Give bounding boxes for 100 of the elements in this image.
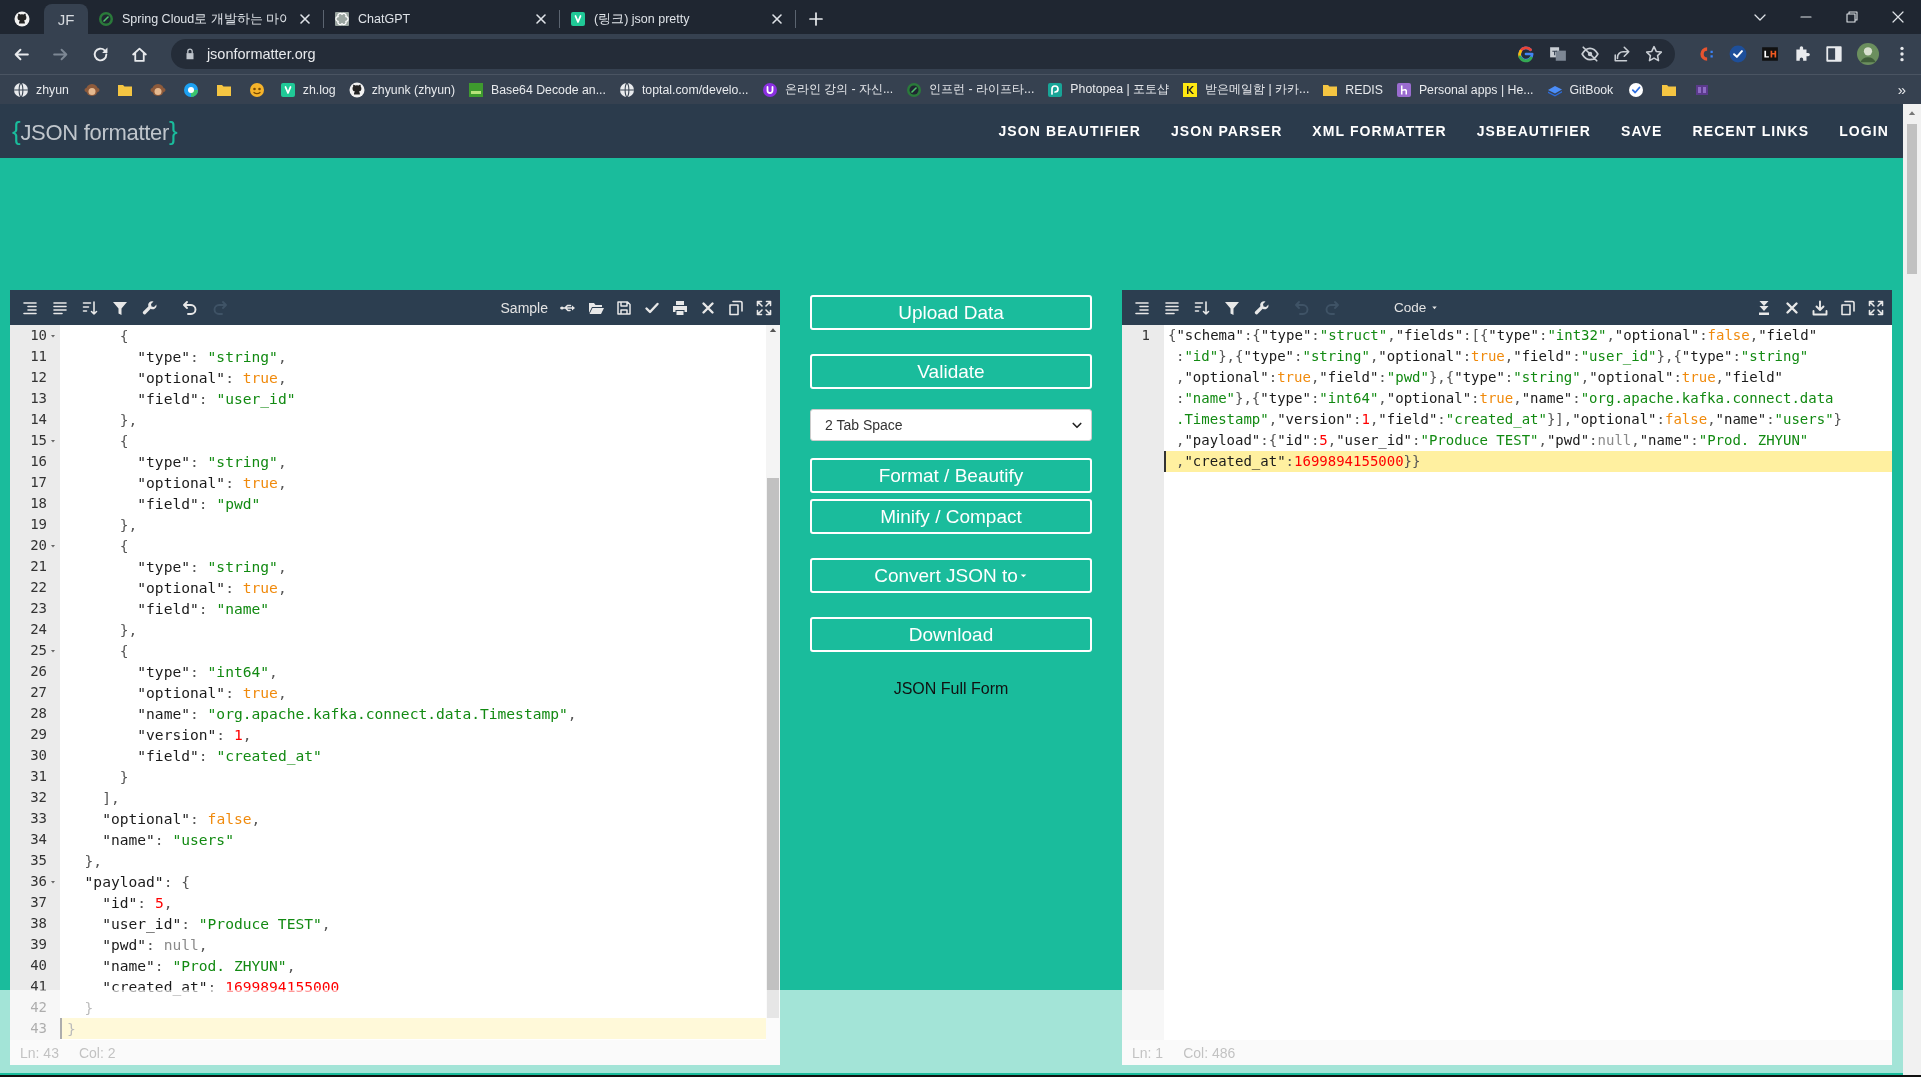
browser-tab[interactable]: ChatGPT [324, 4, 559, 34]
close-icon[interactable] [700, 299, 716, 316]
line-number: 15 [30, 431, 47, 450]
expand-icon[interactable] [1868, 299, 1884, 316]
scrollbar[interactable] [1903, 104, 1921, 1075]
code-line: "name": "users" [101, 830, 235, 850]
avatar-icon[interactable] [1857, 43, 1879, 65]
bookmark[interactable]: zh.log [279, 81, 336, 98]
wrench-icon[interactable] [1254, 299, 1270, 316]
g-logo-icon[interactable] [1517, 45, 1535, 63]
code-line: }, [118, 620, 139, 640]
bookmark[interactable]: GitBook [1546, 81, 1614, 98]
bookmark[interactable]: Personal apps | He... [1395, 81, 1534, 98]
nav-link[interactable]: JSBEAUTIFIER [1476, 123, 1591, 139]
monkey-icon [149, 81, 166, 98]
save-icon[interactable] [616, 299, 632, 316]
filter-icon[interactable] [1224, 299, 1240, 316]
code-line: "name": "Prod. ZHYUN", [101, 956, 297, 976]
sidebar-icon[interactable] [1825, 45, 1843, 63]
home-icon[interactable] [130, 45, 148, 63]
line-number: 21 [30, 557, 47, 576]
nav-link[interactable]: LOGIN [1839, 123, 1889, 139]
scrollbar[interactable] [766, 325, 780, 1040]
close-icon[interactable] [533, 11, 549, 27]
wrench-icon[interactable] [142, 299, 158, 316]
address-bar[interactable]: jsonformatter.org [170, 39, 1675, 69]
sample-button[interactable]: Sample [500, 299, 548, 316]
line-number: 43 [30, 1019, 47, 1038]
nav-link[interactable]: SAVE [1621, 123, 1663, 139]
bookmark[interactable]: 인프런 - 라이프타... [906, 81, 1035, 98]
bookmark[interactable]: Photopea | 포토샵 [1047, 81, 1170, 98]
lines-icon[interactable] [1164, 299, 1180, 316]
code-line: "optional": true, [136, 473, 288, 493]
arrows-down-icon[interactable] [1756, 299, 1772, 316]
indent-select[interactable]: 2 Tab Space [810, 409, 1092, 441]
nav-link[interactable]: XML FORMATTER [1312, 123, 1447, 139]
sort-icon[interactable] [82, 299, 98, 316]
code-line: "pwd": null, [101, 935, 209, 955]
bookmark[interactable]: Base64 Decode an... [468, 81, 606, 98]
bookmark[interactable]: zhyun [13, 81, 69, 98]
browser-tab[interactable]: Spring Cloud로 개발하는 마이 [88, 4, 323, 34]
app-icon[interactable] [1761, 45, 1779, 63]
indent-lines-icon[interactable] [1134, 299, 1150, 316]
sort-icon[interactable] [1194, 299, 1210, 316]
browser-tab[interactable]: JF [44, 4, 88, 34]
share-icon[interactable] [1613, 45, 1631, 63]
code-line: "user_id": "Produce TEST", [101, 914, 332, 934]
restore-icon[interactable] [1844, 9, 1860, 25]
line-number: 30 [30, 746, 47, 765]
code-line: } [83, 998, 95, 1018]
globe-icon [618, 81, 635, 98]
eye-slash-icon[interactable] [1581, 45, 1599, 63]
code-line: "field": "name" [136, 599, 271, 619]
full-form-link[interactable]: JSON Full Form [893, 680, 1009, 698]
code-line: }, [83, 851, 104, 871]
bookmark[interactable]: REDIS [1322, 81, 1383, 98]
filter-icon[interactable] [112, 299, 128, 316]
nav-link[interactable]: RECENT LINKS [1692, 123, 1810, 139]
close-icon[interactable] [1784, 299, 1800, 316]
scroll-thumb[interactable] [767, 478, 779, 1018]
expand-icon[interactable] [756, 299, 772, 316]
line-number: 24 [30, 620, 47, 639]
scroll-thumb[interactable] [1907, 124, 1917, 274]
bookmark[interactable]: zhyunk (zhyun) [348, 81, 456, 98]
close-icon[interactable] [1890, 9, 1906, 25]
code-line: "id": 5, [101, 893, 174, 913]
check-icon[interactable] [1729, 45, 1747, 63]
more-bookmarks-button[interactable]: » [1897, 81, 1908, 98]
copy-icon[interactable] [1840, 299, 1856, 316]
mode-menu[interactable]: Code [1394, 300, 1440, 315]
line-number: 40 [30, 956, 47, 975]
nav-link[interactable]: JSON PARSER [1170, 123, 1283, 139]
copy-icon[interactable] [728, 299, 744, 316]
indent-lines-icon[interactable] [22, 299, 38, 316]
lines-icon[interactable] [52, 299, 68, 316]
app-icon [761, 81, 778, 98]
browser-tab[interactable]: (링크) json pretty [560, 4, 795, 34]
close-icon[interactable] [297, 11, 313, 27]
close-icon[interactable] [769, 11, 785, 27]
nav-link[interactable]: JSON BEAUTIFIER [998, 123, 1141, 139]
code-line: {"schema":{"type":"struct","fields":[{"type":"int32","optional":false,"field" [1167, 326, 1819, 345]
bookmark[interactable]: toptal.com/develo... [618, 81, 749, 98]
star-icon[interactable] [1645, 45, 1663, 63]
download-icon[interactable] [1812, 299, 1828, 316]
line-number: 11 [30, 347, 47, 366]
site-icon [14, 11, 30, 27]
bookmark[interactable]: 받은메일함 | 카카... [1182, 81, 1310, 98]
reload-icon[interactable] [91, 45, 109, 63]
line-number: 17 [30, 473, 47, 492]
app-icon [1182, 81, 1199, 98]
line-number: 33 [30, 809, 47, 828]
line-number: 22 [30, 578, 47, 597]
plus-icon[interactable] [808, 11, 824, 27]
bookmark[interactable]: 온라인 강의 - 자신... [761, 81, 894, 98]
translate-icon[interactable] [1549, 45, 1567, 63]
caret-icon [1430, 303, 1440, 312]
print-icon[interactable] [672, 299, 688, 316]
site-logo[interactable]: {JSON formatter} [12, 115, 178, 147]
puzzle-icon[interactable] [1793, 45, 1811, 63]
caret-icon [1018, 571, 1028, 580]
